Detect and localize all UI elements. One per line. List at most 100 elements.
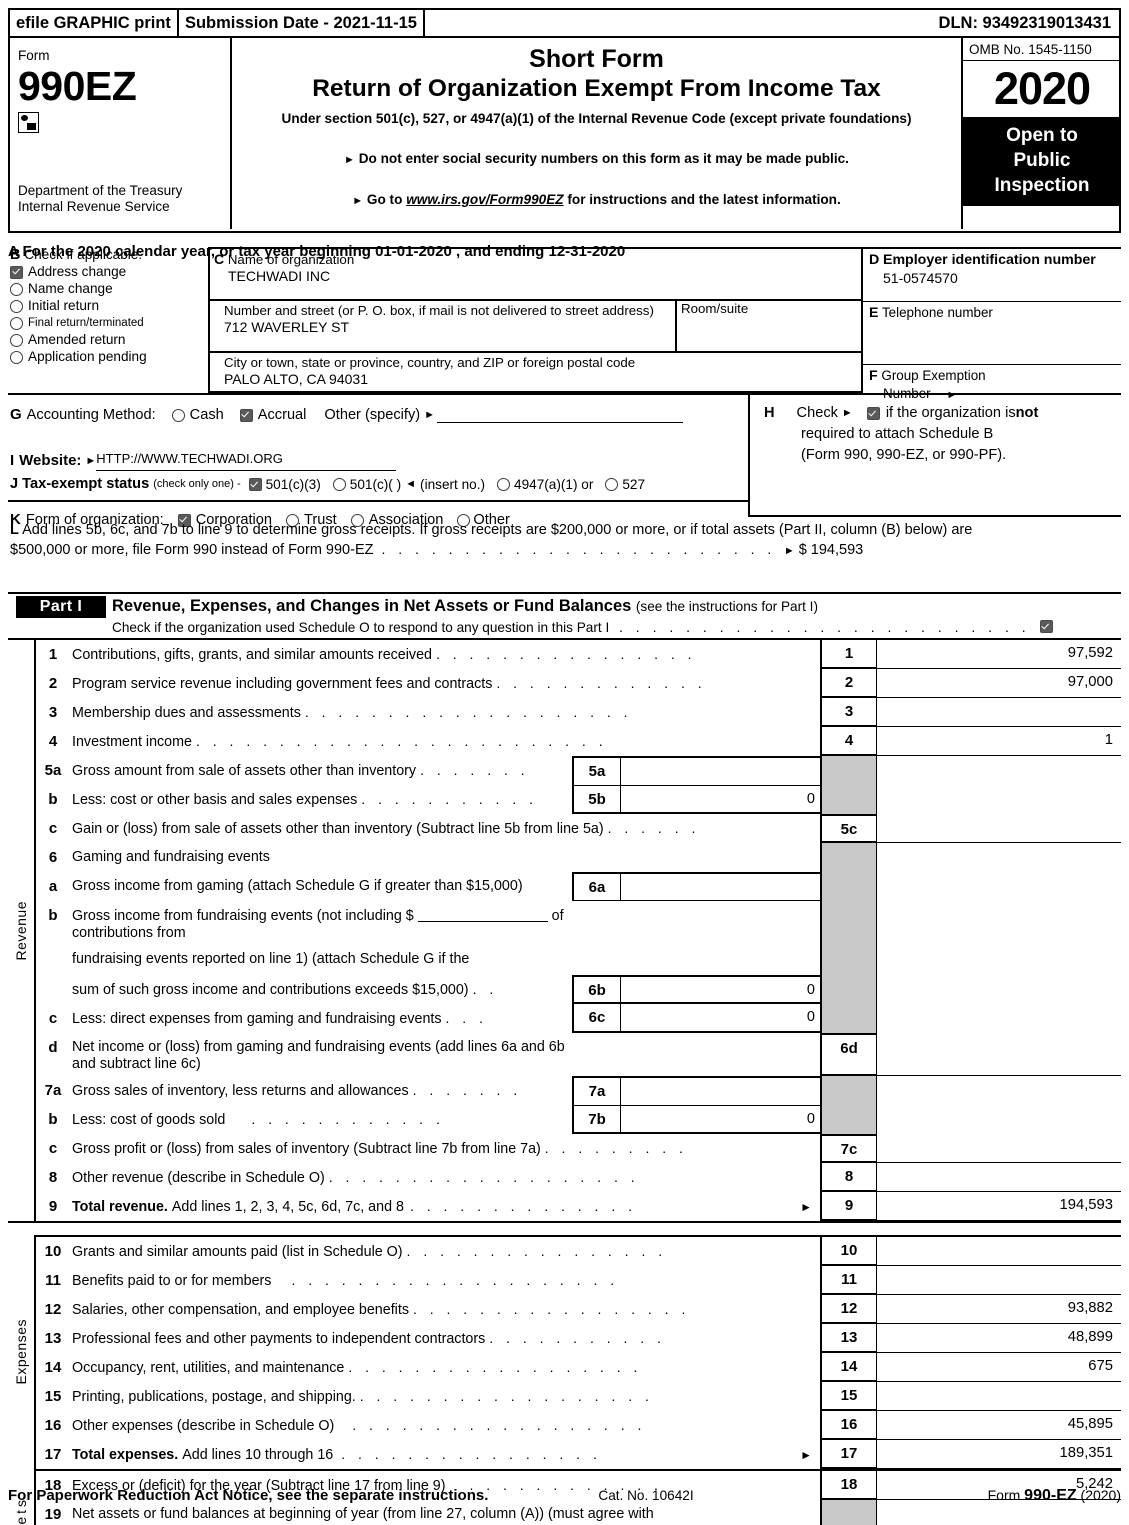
short-form-heading: Short Form [529, 45, 664, 73]
row-6d-text: Net income or (loss) from gaming and fun… [72, 1039, 565, 1072]
checkbox-name-change-icon[interactable] [10, 282, 23, 296]
fundraising-amount-input[interactable] [417, 907, 548, 922]
checkbox-application-pending-icon[interactable] [10, 350, 23, 364]
accounting-other-label: Other (specify) [324, 407, 421, 423]
checkbox-501c3-icon[interactable] [248, 478, 262, 491]
dot-leader-r12: . . . . . . . . . . . . . . . . . [412, 1301, 690, 1317]
row-8-value [876, 1163, 1121, 1192]
org-city-value: PALO ALTO, CA 94031 [224, 371, 368, 387]
right-triangle-icon: ► [344, 154, 355, 166]
option-4947a1-label: 4947(a)(1) or [514, 477, 594, 492]
shaded-cell-7a [820, 1076, 876, 1105]
accounting-other-input[interactable] [437, 408, 684, 423]
row-11-label: Benefits paid to or for members [72, 1273, 272, 1289]
row-2-value: 97,000 [876, 669, 1121, 698]
goto-suffix-text: for instructions and the latest informat… [567, 192, 841, 207]
form-masthead: Form 990EZ Department of the Treasury In… [8, 38, 1121, 233]
row-9-text: Total revenue. Add lines 1, 2, 3, 4, 5c,… [70, 1192, 820, 1221]
checkbox-accrual-icon[interactable] [239, 408, 253, 422]
org-city-label: City or town, state or province, country… [224, 355, 636, 370]
irs-form990ez-link[interactable]: www.irs.gov/Form990EZ [406, 192, 563, 207]
checkbox-schedule-o-icon[interactable] [1039, 620, 1053, 633]
revenue-expenses-divider [8, 1221, 1121, 1235]
checkbox-cash-icon[interactable] [171, 408, 185, 422]
checkbox-4947a1-icon[interactable] [497, 478, 511, 491]
row-6-label: Gaming and fundraising events [72, 849, 270, 865]
row-7c-code: 7c [820, 1134, 876, 1163]
submission-date-label: Submission Date - 2021-11-15 [179, 10, 425, 36]
row-5a-value [621, 758, 820, 785]
expenses-side-label: Expenses [8, 1235, 34, 1469]
checkbox-row-address-change[interactable]: Address change [10, 264, 208, 280]
checkbox-address-change-icon[interactable] [10, 265, 23, 279]
shaded-cell-6a [820, 872, 876, 901]
website-value[interactable]: HTTP://WWW.TECHWADI.ORG [96, 449, 397, 471]
checkbox-final-return-icon[interactable] [10, 316, 23, 330]
row-17-label-bold: Total expenses. [72, 1447, 179, 1463]
row-13-text: Professional fees and other payments to … [70, 1324, 820, 1353]
row-3-value [876, 698, 1121, 727]
dot-leader-2: . . . . . . . . . . . . . . . . . . . . … [619, 619, 1031, 635]
row-17-value: 189,351 [876, 1440, 1121, 1469]
form-990ez-page: efile GRAPHIC print Submission Date - 20… [0, 0, 1129, 1525]
checkbox-row-name-change[interactable]: Name change [10, 281, 208, 297]
row-5b-code: 5b [574, 786, 621, 812]
tax-exempt-status-note: (check only one) - [153, 478, 241, 490]
table-row-10: 10 Grants and similar amounts paid (list… [36, 1237, 1121, 1266]
right-triangle-icon-7: ► [783, 545, 795, 557]
section-c-organization-address: C Name of organization TECHWADI INC Numb… [208, 247, 863, 393]
row-7c-number: c [48, 1140, 58, 1157]
internal-revenue-service-text: Internal Revenue Service [18, 199, 170, 214]
checkbox-initial-return-icon[interactable] [10, 299, 23, 313]
row-5b-text: Less: cost or other basis and sales expe… [70, 785, 572, 814]
masthead-right-column: OMB No. 1545-1150 2020 Open to Public In… [963, 38, 1121, 229]
row-9-number: 9 [48, 1198, 58, 1215]
dot-leader-r4: . . . . . . . . . . . . . . . . . . . . … [195, 733, 608, 749]
dot-leader-r6c: . . . [445, 1010, 488, 1026]
section-h-text-1: if the organization is [885, 405, 1016, 421]
ssn-notice-line: ► Do not enter social security numbers o… [232, 128, 961, 169]
row-6a-text: Gross income from gaming (attach Schedul… [70, 872, 572, 901]
checkbox-527-icon[interactable] [605, 478, 619, 491]
section-h-letter: H [764, 405, 775, 421]
row-6b-value: 0 [806, 982, 815, 998]
row-6b-text-3: sum of such gross income and contributio… [70, 975, 572, 1004]
sections-g-i-j-k-l-left: G Accounting Method: Cash Accrual Other … [8, 395, 748, 530]
checkbox-address-change-label: Address change [28, 264, 127, 279]
section-b-heading-text: Check if applicable: [24, 247, 143, 262]
row-3-label: Membership dues and assessments [72, 705, 301, 721]
sections-g-through-l: G Accounting Method: Cash Accrual Other … [8, 393, 1121, 592]
shaded-cell-6c [820, 1004, 876, 1033]
checkbox-row-initial-return[interactable]: Initial return [10, 298, 208, 314]
part-1-title-row: Revenue, Expenses, and Changes in Net As… [112, 595, 818, 618]
row-16-text: Other expenses (describe in Schedule O) … [70, 1411, 820, 1440]
dot-leader-r11: . . . . . . . . . . . . . . . . . . . . [291, 1272, 619, 1288]
checkbox-amended-return-icon[interactable] [10, 333, 23, 347]
org-name-cell: C Name of organization TECHWADI INC [210, 249, 861, 301]
option-501c-label: 501(c)( ) [349, 477, 402, 492]
row-7b-blank [876, 1105, 1121, 1134]
section-i-website: I Website: ► HTTP://WWW.TECHWADI.ORG [8, 425, 748, 471]
table-row-5c: c Gain or (loss) from sale of assets oth… [36, 814, 1121, 843]
shaded-cell-6b-3 [820, 975, 876, 1004]
row-5a-code: 5a [574, 758, 621, 785]
expenses-rows: 10 Grants and similar amounts paid (list… [34, 1235, 1121, 1469]
checkbox-initial-return-label: Initial return [28, 298, 100, 313]
checkbox-row-amended-return[interactable]: Amended return [10, 332, 208, 348]
checkbox-row-final-return[interactable]: Final return/terminated [10, 315, 208, 331]
row-5a-label: Gross amount from sale of assets other t… [72, 763, 417, 779]
checkbox-501c-icon[interactable] [332, 478, 346, 491]
checkbox-schedule-b-icon[interactable] [866, 407, 880, 420]
row-6d-value [876, 1033, 1121, 1076]
row-5b-blank [876, 785, 1121, 814]
section-c-letter: C [214, 251, 225, 267]
efile-header-bar: efile GRAPHIC print Submission Date - 20… [8, 8, 1121, 38]
checkbox-amended-return-label: Amended return [28, 332, 126, 347]
table-row-5a: 5a Gross amount from sale of assets othe… [36, 756, 1121, 785]
row-6a-value [621, 874, 820, 900]
row-5c-text: Gain or (loss) from sale of assets other… [70, 814, 820, 843]
row-7a-text: Gross sales of inventory, less returns a… [70, 1076, 572, 1105]
checkbox-row-application-pending[interactable]: Application pending [10, 349, 208, 365]
row-17-code: 17 [820, 1440, 876, 1469]
section-h-text-2: required to attach Schedule B [801, 426, 994, 442]
